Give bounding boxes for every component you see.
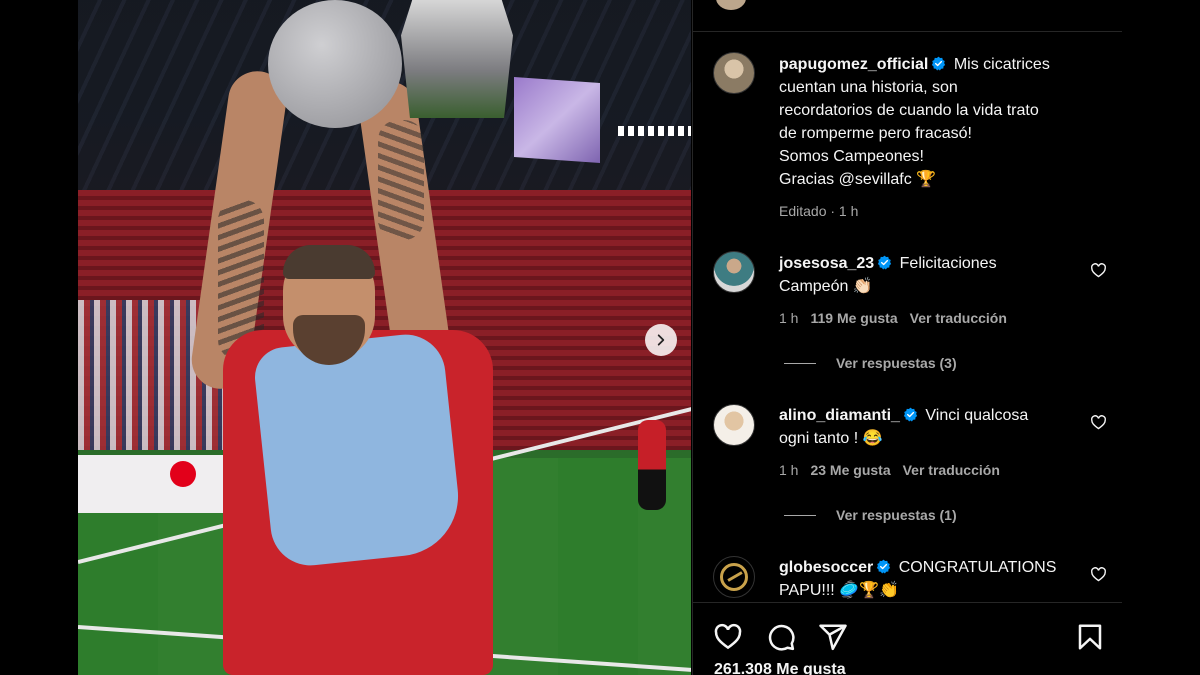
caption-line: recordatorios de cuando la vida trato (779, 102, 1039, 119)
argentina-flag-scarf (252, 330, 464, 570)
comment-meta: 1 h 119 Me gusta Ver traducción (779, 310, 1019, 326)
globe-soccer-logo (720, 563, 748, 591)
author-username[interactable]: papugomez_official (779, 56, 928, 73)
author-avatar[interactable] (713, 52, 755, 94)
caption-line: cuentan una historia, son (779, 79, 958, 96)
caption-line: Gracias @sevillafc 🏆 (779, 171, 937, 188)
commenter-avatar[interactable] (713, 404, 755, 446)
commenter-avatar[interactable] (713, 556, 755, 598)
comment-time: 1 h (779, 462, 799, 478)
caption-edited-label: Editado · 1 h (779, 203, 859, 219)
comment-text: alino_diamanti_ Vinci qualcosa ogni tant… (779, 404, 1079, 450)
comment-username[interactable]: josesosa_23 (779, 255, 874, 272)
comment-line: Felicitaciones (899, 255, 997, 272)
comment-line: ogni tanto ! 😂 (779, 430, 883, 447)
carousel-next-button[interactable] (645, 324, 677, 356)
comment-line: CONGRATULATIONS (898, 559, 1057, 576)
post-header (693, 0, 1122, 32)
comment-time: 1 h (779, 310, 799, 326)
commenter-avatar[interactable] (713, 251, 755, 293)
player-hair (283, 245, 375, 279)
translate-link[interactable]: Ver traducción (910, 310, 1007, 326)
arm-tattoo (378, 120, 424, 240)
post-caption: papugomez_official Mis cicatrices cuenta… (779, 53, 1089, 191)
caption-line: Mis cicatrices (953, 56, 1050, 73)
sponsor-logo (170, 461, 196, 487)
heart-icon[interactable] (1090, 414, 1107, 431)
post-likes-count[interactable]: 261.308 Me gusta (714, 661, 846, 675)
replies-dash (784, 362, 816, 364)
background-player (638, 420, 666, 510)
caption-line: de romperme pero fracasó! (779, 125, 972, 142)
heart-icon[interactable] (1090, 566, 1107, 583)
post-photo[interactable] (78, 0, 691, 675)
header-avatar[interactable] (716, 0, 746, 10)
chevron-right-icon (657, 334, 665, 346)
bookmark-icon[interactable] (1075, 622, 1105, 652)
trophy-disc (268, 0, 402, 128)
comment-text: josesosa_23 Felicitaciones Campeón 👏🏻 (779, 252, 1079, 298)
comment-line: PAPU!!! 🥏🏆👏 (779, 582, 899, 599)
comment-text: globesoccer CONGRATULATIONS PAPU!!! 🥏🏆👏 (779, 556, 1079, 602)
comment-username[interactable]: globesoccer (779, 559, 873, 576)
replies-dash (784, 514, 816, 516)
share-icon[interactable] (818, 622, 848, 652)
comment-line: Campeón 👏🏻 (779, 278, 873, 295)
verified-badge-icon (903, 407, 918, 422)
verified-badge-icon (877, 559, 891, 574)
comment-icon[interactable] (766, 622, 796, 652)
post-side-panel: papugomez_official Mis cicatrices cuenta… (692, 0, 1122, 675)
comment-meta: 1 h 23 Me gusta Ver traducción (779, 462, 1012, 478)
verified-badge-icon (878, 255, 892, 270)
stadium-screen (514, 76, 600, 164)
view-replies-label: Ver respuestas (1) (836, 507, 957, 523)
comment-likes[interactable]: 23 Me gusta (810, 462, 890, 478)
heart-icon[interactable] (713, 622, 743, 652)
view-replies-button[interactable]: Ver respuestas (3) (784, 355, 957, 371)
heart-icon[interactable] (1090, 262, 1107, 279)
stadium-lights (618, 126, 691, 136)
view-replies-label: Ver respuestas (3) (836, 355, 957, 371)
verified-badge-icon (932, 56, 946, 71)
comment-line: Vinci qualcosa (925, 407, 1029, 424)
translate-link[interactable]: Ver traducción (903, 462, 1000, 478)
caption-line: Somos Campeones! (779, 148, 924, 165)
trophy-cup (401, 0, 513, 118)
view-replies-button[interactable]: Ver respuestas (1) (784, 507, 957, 523)
comment-username[interactable]: alino_diamanti_ (779, 407, 900, 424)
comments-list[interactable]: papugomez_official Mis cicatrices cuenta… (693, 32, 1122, 602)
comment-likes[interactable]: 119 Me gusta (810, 310, 897, 326)
